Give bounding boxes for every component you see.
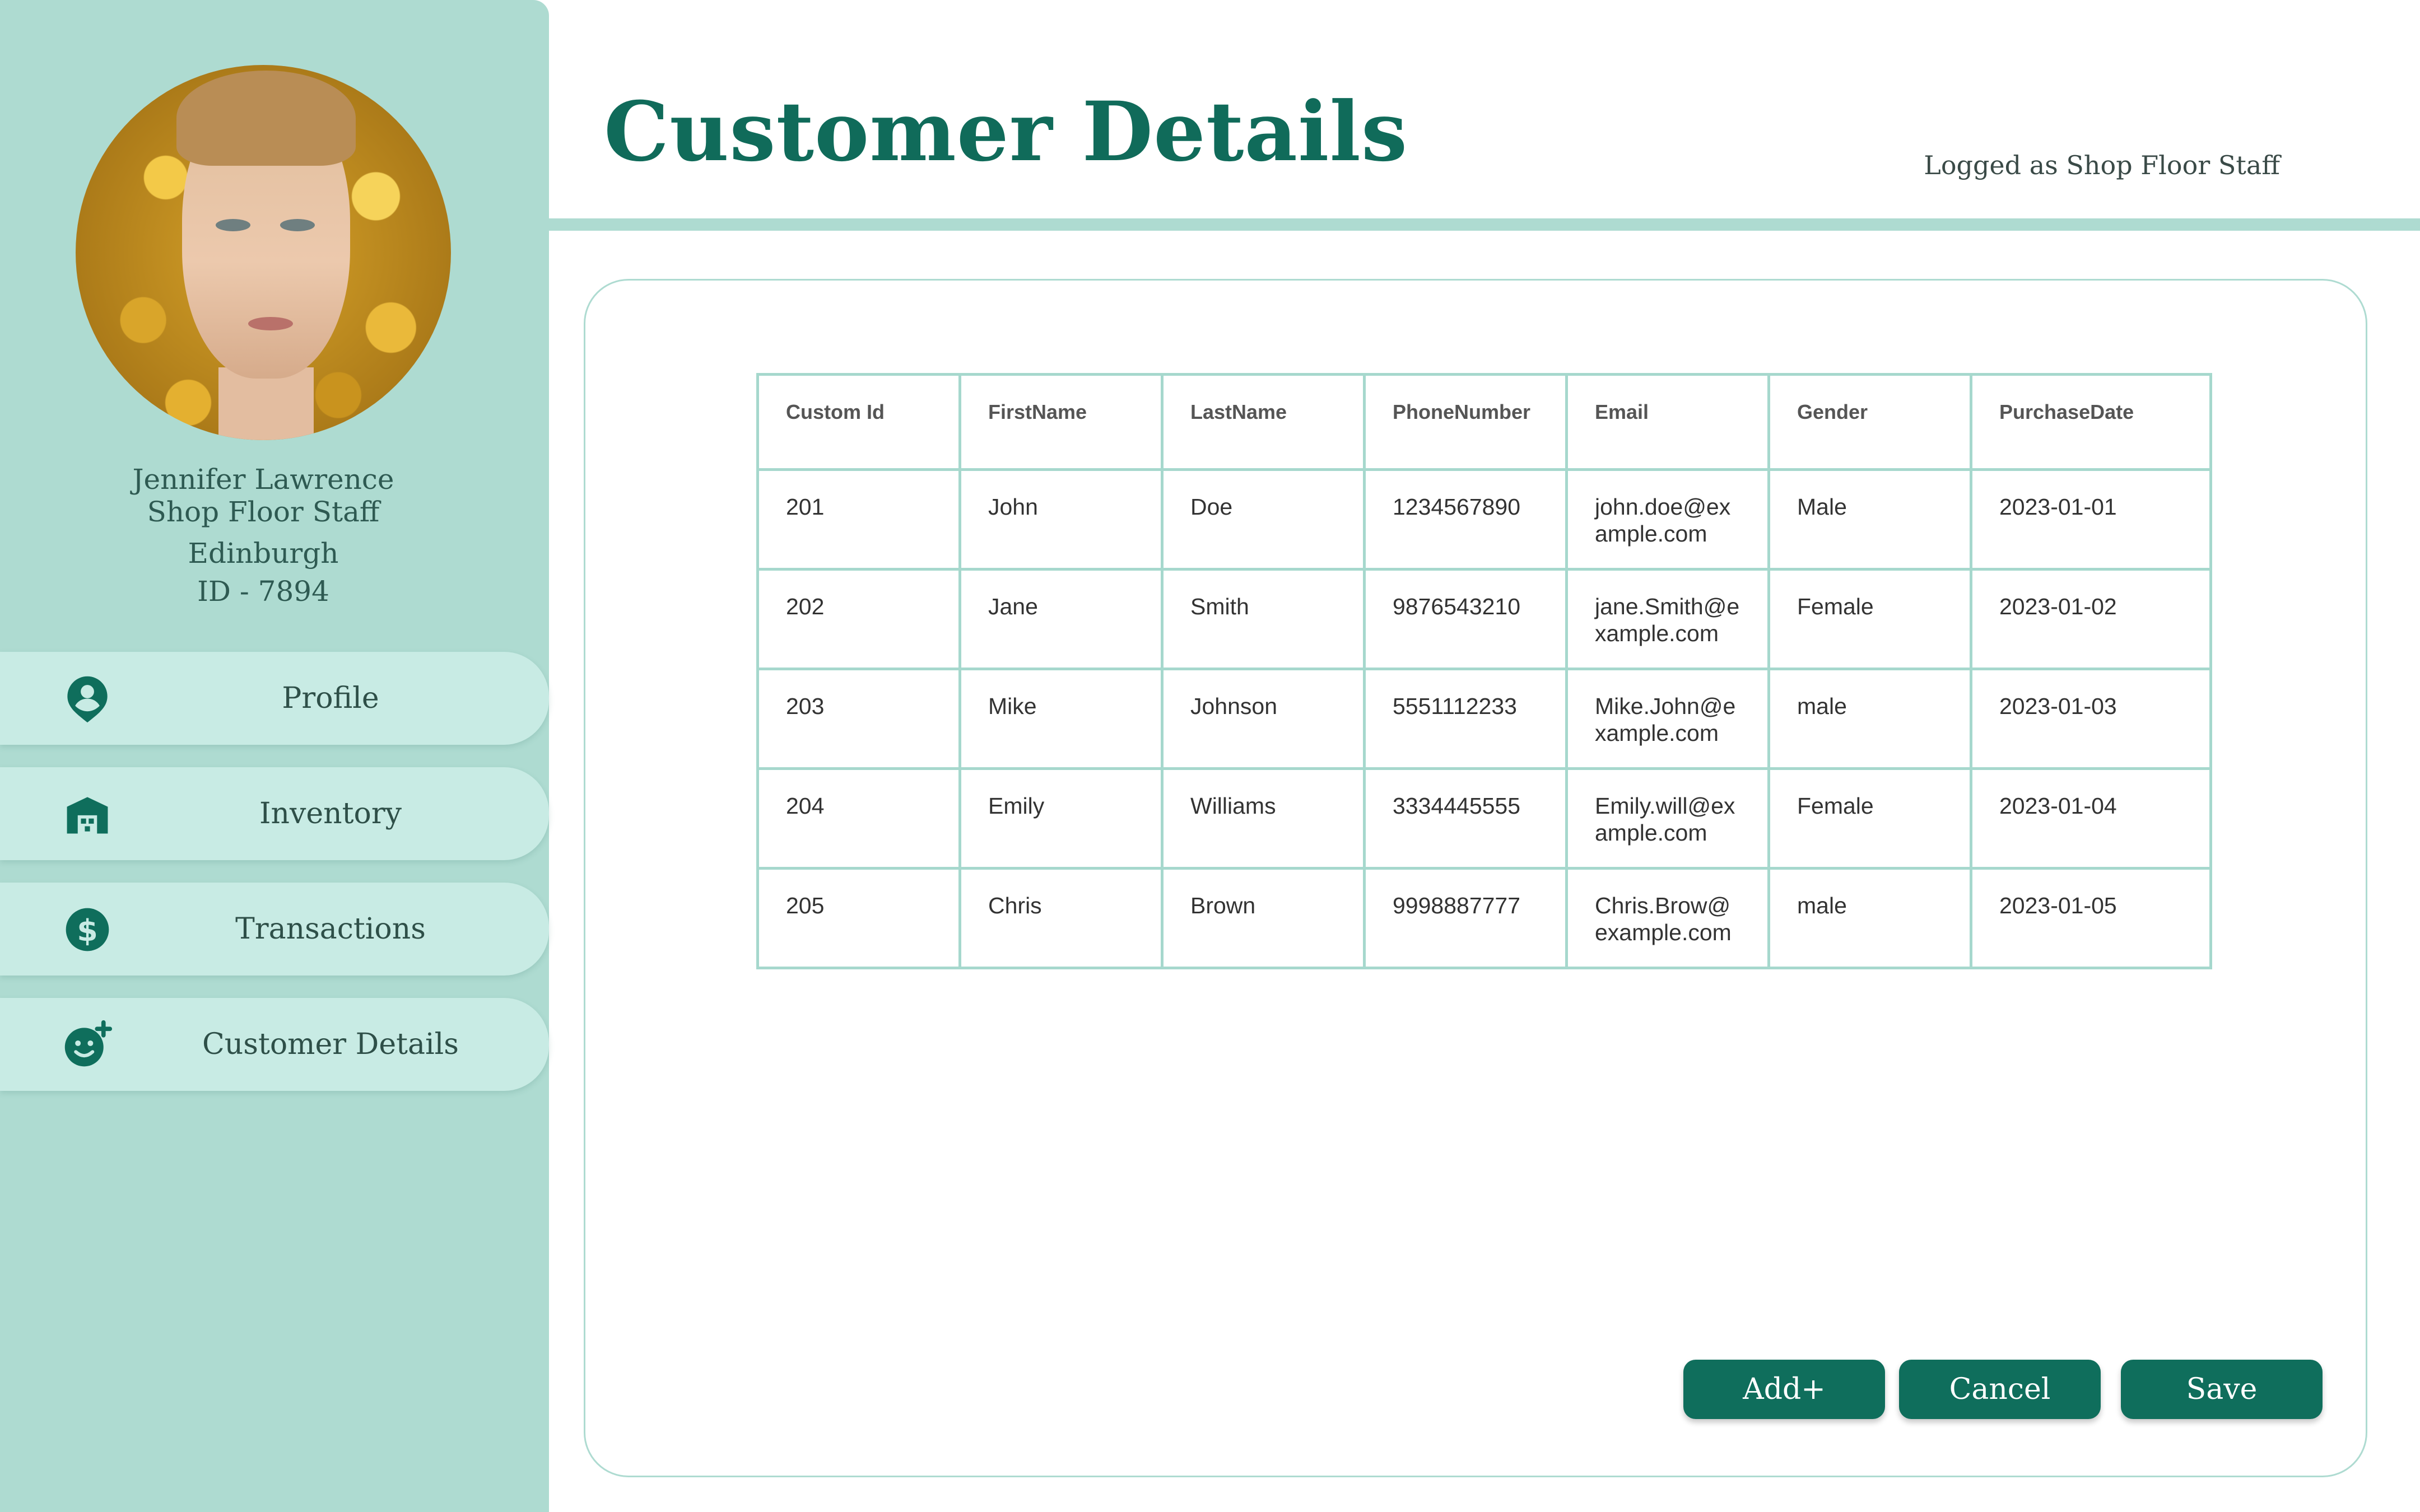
avatar — [76, 65, 451, 440]
table-cell: 204 — [756, 767, 961, 870]
sidebar-item-inventory[interactable]: Inventory — [0, 767, 549, 860]
table-cell: Jane — [958, 568, 1164, 670]
sidebar-item-customer-details[interactable]: Customer Details — [0, 998, 549, 1091]
table-cell: Doe — [1161, 468, 1366, 571]
table-cell: John — [958, 468, 1164, 571]
page-title: Customer Details — [604, 84, 1408, 180]
table-cell: Emily.will@example.com — [1565, 767, 1770, 870]
table-cell: Chris — [958, 867, 1164, 969]
table-cell: Johnson — [1161, 668, 1366, 770]
logged-as-label: Logged as Shop Floor Staff — [1924, 150, 2280, 180]
svg-text:$: $ — [77, 913, 97, 948]
column-header: Gender — [1767, 373, 1972, 471]
table-cell: 202 — [756, 568, 961, 670]
sidebar-item-transactions[interactable]: $ Transactions — [0, 883, 549, 976]
table-cell: 3334445555 — [1363, 767, 1568, 870]
sidebar-item-label: Inventory — [259, 797, 402, 830]
table-row[interactable]: 201 John Doe 1234567890 john.doe@example… — [756, 468, 2212, 571]
table-cell: 2023-01-04 — [1970, 767, 2212, 870]
dollar-icon: $ — [66, 908, 109, 951]
save-button[interactable]: Save — [2121, 1360, 2323, 1419]
table-cell: 1234567890 — [1363, 468, 1568, 571]
table-cell: Female — [1767, 568, 1972, 670]
cancel-button[interactable]: Cancel — [1899, 1360, 2101, 1419]
table-cell: 9998887777 — [1363, 867, 1568, 969]
table-row[interactable]: 202 Jane Smith 9876543210 jane.Smith@exa… — [756, 568, 2212, 670]
table-cell: Williams — [1161, 767, 1366, 870]
add-button[interactable]: Add+ — [1683, 1360, 1885, 1419]
table-cell: male — [1767, 668, 1972, 770]
table-cell: 2023-01-02 — [1970, 568, 2212, 670]
profile-location: Edinburgh — [188, 537, 339, 570]
user-pin-icon — [67, 676, 108, 723]
add-user-icon — [64, 1020, 113, 1067]
sidebar-item-label: Customer Details — [202, 1028, 459, 1061]
table-row[interactable]: 203 Mike Johnson 5551112233 Mike.John@ex… — [756, 668, 2212, 770]
table-cell: Chris.Brow@example.com — [1565, 867, 1770, 969]
table-row[interactable]: 204 Emily Williams 3334445555 Emily.will… — [756, 767, 2212, 870]
header-divider — [549, 218, 2420, 231]
table-cell: 2023-01-05 — [1970, 867, 2212, 969]
table-row[interactable]: 205 Chris Brown 9998887777 Chris.Brow@ex… — [756, 867, 2212, 969]
customer-table: Custom Id FirstName LastName PhoneNumber… — [756, 373, 2212, 969]
table-cell: 5551112233 — [1363, 668, 1568, 770]
table-cell: 2023-01-01 — [1970, 468, 2212, 571]
table-cell: 203 — [756, 668, 961, 770]
table-cell: 201 — [756, 468, 961, 571]
profile-role: Shop Floor Staff — [147, 496, 380, 528]
sidebar: Jennifer Lawrence Shop Floor Staff Edinb… — [0, 0, 549, 1512]
table-header-row: Custom Id FirstName LastName PhoneNumber… — [756, 373, 2212, 471]
table-cell: Female — [1767, 767, 1972, 870]
column-header: PhoneNumber — [1363, 373, 1568, 471]
table-cell: Mike — [958, 668, 1164, 770]
column-header: LastName — [1161, 373, 1366, 471]
profile-id: ID - 7894 — [197, 575, 329, 608]
sidebar-item-label: Transactions — [235, 912, 426, 946]
column-header: PurchaseDate — [1970, 373, 2212, 471]
table-cell: Mike.John@example.com — [1565, 668, 1770, 770]
table-cell: Smith — [1161, 568, 1366, 670]
table-cell: male — [1767, 867, 1972, 969]
column-header: FirstName — [958, 373, 1164, 471]
column-header: Email — [1565, 373, 1770, 471]
table-cell: 2023-01-03 — [1970, 668, 2212, 770]
table-cell: Male — [1767, 468, 1972, 571]
warehouse-icon — [67, 797, 108, 834]
table-cell: jane.Smith@example.com — [1565, 568, 1770, 670]
column-header: Custom Id — [756, 373, 961, 471]
table-cell: Emily — [958, 767, 1164, 870]
table-cell: 9876543210 — [1363, 568, 1568, 670]
table-cell: 205 — [756, 867, 961, 969]
table-cell: Brown — [1161, 867, 1366, 969]
sidebar-item-profile[interactable]: Profile — [0, 652, 549, 745]
table-cell: john.doe@example.com — [1565, 468, 1770, 571]
sidebar-item-label: Profile — [282, 682, 379, 715]
profile-name: Jennifer Lawrence — [132, 463, 394, 496]
